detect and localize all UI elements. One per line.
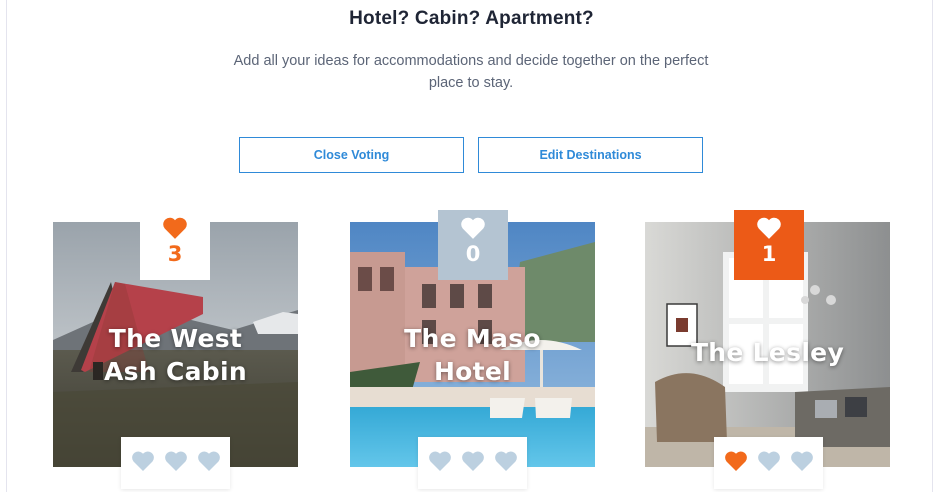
vote-heart-icon[interactable] — [131, 450, 155, 472]
vote-count-badge: 3 — [140, 210, 210, 280]
heart-icon — [461, 217, 485, 239]
heart-icon — [163, 217, 187, 239]
card-title: The West Ash Cabin — [53, 322, 298, 388]
vote-heart-icon[interactable] — [461, 450, 485, 472]
vote-heart-icon[interactable] — [757, 450, 781, 472]
vote-heart-icon-active[interactable] — [724, 450, 748, 472]
vote-count: 1 — [761, 242, 777, 266]
card-title-line: The West — [108, 324, 243, 353]
close-voting-button[interactable]: Close Voting — [239, 137, 464, 173]
vote-hearts — [714, 437, 823, 489]
edit-destinations-button[interactable]: Edit Destinations — [478, 137, 703, 173]
vote-heart-icon[interactable] — [197, 450, 221, 472]
page-subtitle: Add all your ideas for accommodations an… — [233, 53, 709, 91]
vote-count-badge: 1 — [734, 210, 804, 280]
card-title-line: Hotel — [433, 357, 512, 386]
card-title-line: Ash Cabin — [104, 357, 247, 386]
vote-hearts — [418, 437, 527, 489]
vote-count-badge: 0 — [438, 210, 508, 280]
card-title: The Lesley — [645, 336, 890, 369]
vote-heart-icon[interactable] — [428, 450, 452, 472]
vote-count: 0 — [465, 242, 481, 266]
card-title: The Maso Hotel — [350, 322, 595, 388]
heart-icon — [757, 217, 781, 239]
vote-count: 3 — [167, 242, 183, 266]
card-title-line: The Lesley — [690, 338, 845, 367]
vote-hearts — [121, 437, 230, 489]
vote-heart-icon[interactable] — [790, 450, 814, 472]
page-title: Hotel? Cabin? Apartment? — [349, 8, 594, 29]
vote-heart-icon[interactable] — [164, 450, 188, 472]
vote-heart-icon[interactable] — [494, 450, 518, 472]
card-title-line: The Maso — [404, 324, 541, 353]
